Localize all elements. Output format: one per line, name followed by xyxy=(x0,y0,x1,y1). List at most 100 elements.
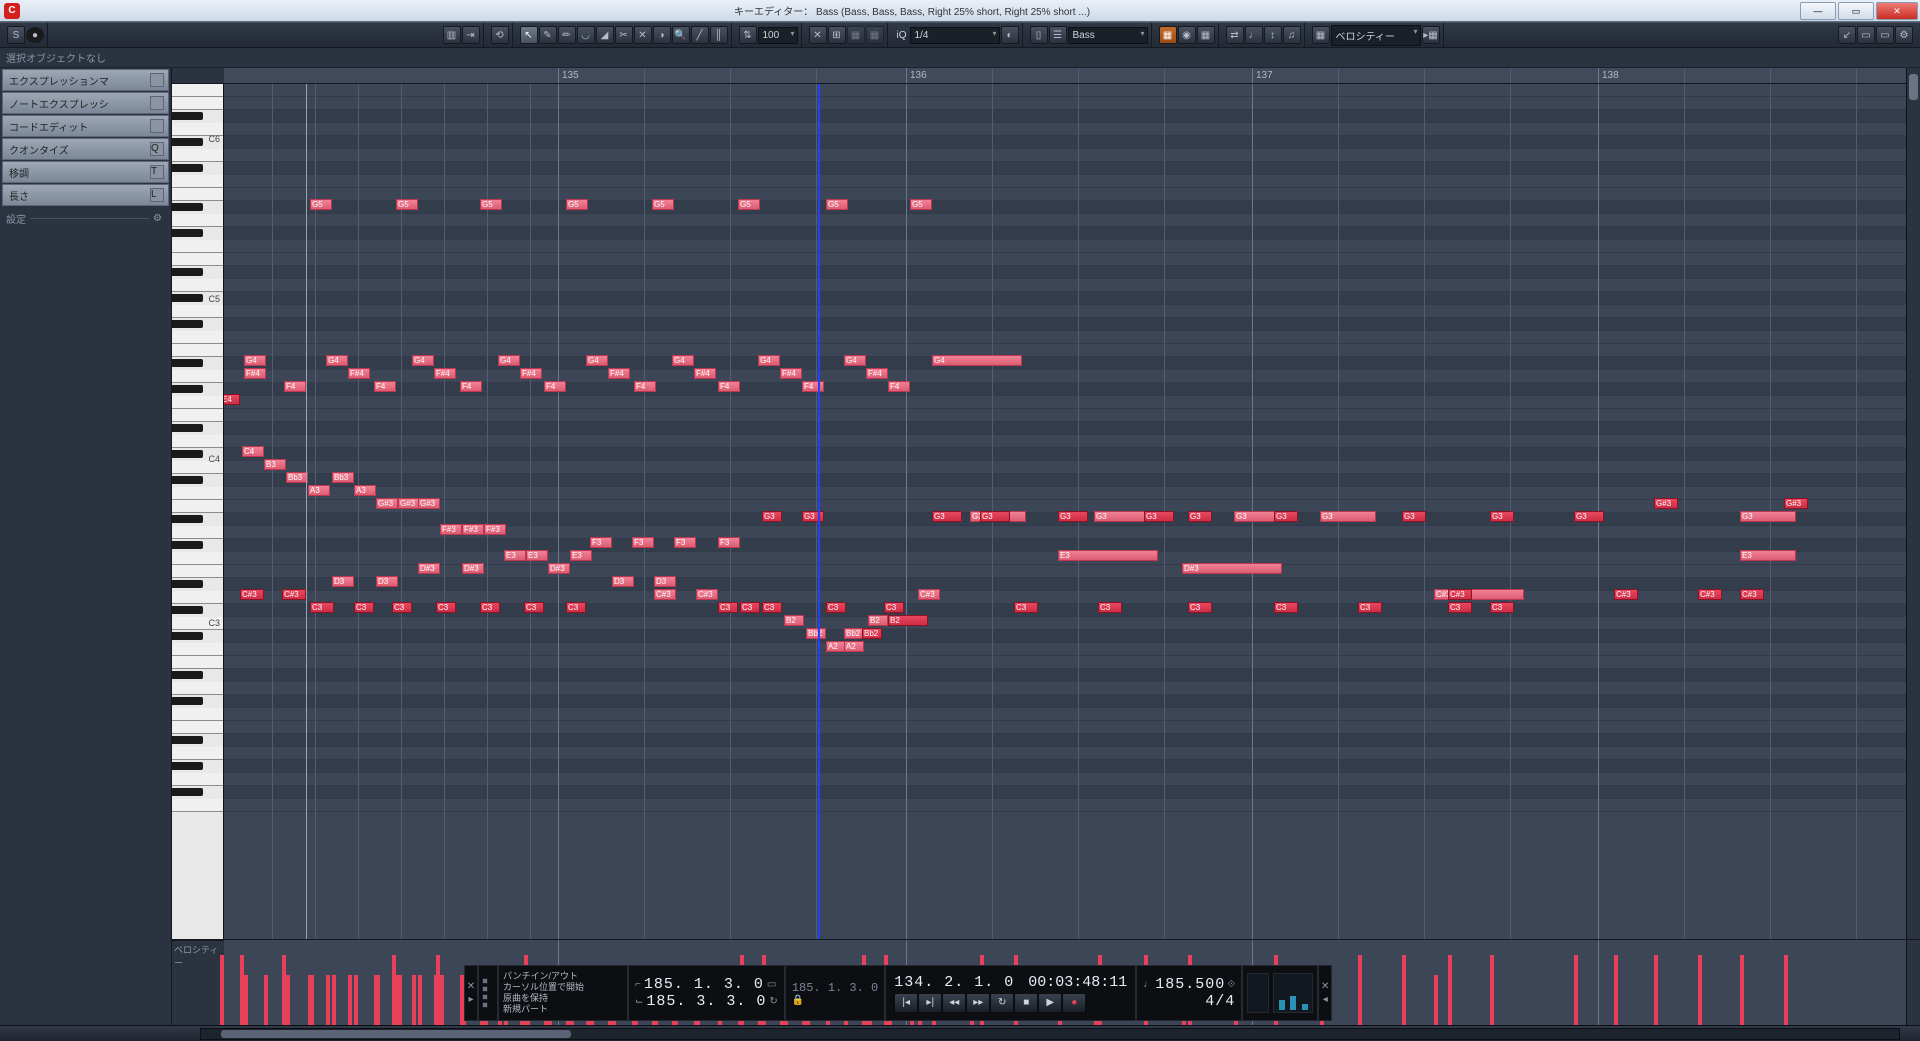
midi-note[interactable]: F#4 xyxy=(866,368,888,379)
section-length[interactable]: 長さL xyxy=(2,184,169,206)
midi-note[interactable]: C#3 xyxy=(240,589,264,600)
transport-forward-button[interactable]: ▸▸ xyxy=(966,993,990,1013)
midi-note[interactable]: G4 xyxy=(932,355,1022,366)
section-expression-map[interactable]: エクスプレッションマ xyxy=(2,69,169,91)
velocity-bar[interactable] xyxy=(1784,955,1788,1025)
section-transpose[interactable]: 移調T xyxy=(2,161,169,183)
transport-position-bars[interactable]: 134. 2. 1. 0 xyxy=(894,974,1014,991)
midi-note[interactable]: F4 xyxy=(460,381,482,392)
velocity-bar[interactable] xyxy=(354,975,358,1025)
midi-note[interactable]: G#3 xyxy=(418,498,440,509)
midi-note[interactable]: F#4 xyxy=(780,368,802,379)
insert-velocity-value[interactable]: 100 xyxy=(758,27,798,44)
midi-note[interactable]: C3 xyxy=(1448,602,1472,613)
velocity-bar[interactable] xyxy=(1434,975,1438,1025)
transport-newpart-label[interactable]: 新規パート xyxy=(503,1004,623,1015)
horizontal-scrollbar[interactable] xyxy=(200,1028,1900,1040)
midi-note[interactable]: E3 xyxy=(504,550,526,561)
midi-note[interactable]: C3 xyxy=(566,602,586,613)
midi-step-button[interactable]: ⇄ xyxy=(1226,26,1244,44)
velocity-bar[interactable] xyxy=(1490,955,1494,1025)
insert-velocity-button[interactable]: ⇅ xyxy=(739,26,757,44)
midi-note[interactable]: F#4 xyxy=(434,368,456,379)
transport-end-button[interactable]: ▸| xyxy=(918,993,942,1013)
velocity-bar[interactable] xyxy=(418,975,422,1025)
horizontal-scroll-thumb[interactable] xyxy=(221,1030,571,1038)
transport-punch-label[interactable]: パンチイン/アウト xyxy=(503,971,623,982)
part-name-select[interactable]: Bass xyxy=(1068,27,1148,44)
midi-note[interactable]: A3 xyxy=(354,485,376,496)
velocity-bar[interactable] xyxy=(398,975,402,1025)
midi-note[interactable]: F#4 xyxy=(694,368,716,379)
midi-note[interactable]: G#3 xyxy=(1654,498,1678,509)
midi-note[interactable]: F4 xyxy=(634,381,656,392)
midi-note[interactable]: G3 xyxy=(1188,511,1212,522)
velocity-bar[interactable] xyxy=(240,955,244,1025)
transport-keep-label[interactable]: 原曲を保持 xyxy=(503,993,623,1004)
midi-note[interactable]: C#3 xyxy=(696,589,718,600)
midi-note[interactable]: C3 xyxy=(884,602,904,613)
velocity-bar[interactable] xyxy=(1740,955,1744,1025)
locator-left2-value[interactable]: 185. 3. 3. 0 xyxy=(646,993,766,1010)
velocity-bar[interactable] xyxy=(1358,955,1362,1025)
velocity-bar[interactable] xyxy=(332,975,336,1025)
midi-note[interactable]: C3 xyxy=(1014,602,1038,613)
velocity-bar[interactable] xyxy=(440,975,444,1025)
midi-note[interactable]: G3 xyxy=(1574,511,1604,522)
midi-note[interactable]: C3 xyxy=(1188,602,1212,613)
midi-note[interactable]: C3 xyxy=(524,602,544,613)
midi-note[interactable]: G5 xyxy=(652,199,674,210)
section-quantize[interactable]: クオンタイズQ xyxy=(2,138,169,160)
snap-type-button[interactable]: ⊞ xyxy=(828,26,846,44)
midi-note[interactable]: G3 xyxy=(802,511,824,522)
window-minimize-button[interactable]: — xyxy=(1800,2,1836,20)
midi-note[interactable]: G4 xyxy=(326,355,348,366)
midi-note[interactable]: C3 xyxy=(310,602,334,613)
controller-lane-select[interactable]: ベロシティー xyxy=(1331,25,1421,46)
velocity-bar[interactable] xyxy=(1654,955,1658,1025)
transport-close-icon-right[interactable]: ✕ xyxy=(1319,980,1331,993)
midi-note[interactable]: C3 xyxy=(1490,602,1514,613)
window-layout-button-1[interactable]: ↙ xyxy=(1838,26,1856,44)
midi-note[interactable]: G5 xyxy=(310,199,332,210)
midi-note[interactable]: G5 xyxy=(396,199,418,210)
midi-note[interactable]: C#3 xyxy=(1698,589,1722,600)
time-ruler[interactable]: 135136137138 xyxy=(224,68,1906,84)
piano-keyboard[interactable]: C6C5C4C3 xyxy=(172,84,224,939)
sync-button[interactable] xyxy=(1247,973,1269,1013)
midi-note[interactable]: E3 xyxy=(1058,550,1158,561)
midi-pitch-button[interactable]: ♫ xyxy=(1283,26,1301,44)
midi-note[interactable]: A2 xyxy=(844,641,864,652)
midi-note[interactable]: G#3 xyxy=(398,498,420,509)
midi-note[interactable]: F#4 xyxy=(520,368,542,379)
locator-left-icon[interactable]: ⌐ xyxy=(635,979,641,990)
midi-note[interactable]: D3 xyxy=(654,576,676,587)
velocity-bar[interactable] xyxy=(412,975,416,1025)
playhead-cursor[interactable] xyxy=(818,84,820,939)
transport-record-button[interactable]: ● xyxy=(1062,993,1086,1013)
transport-panel[interactable]: ✕▸ パンチイン/アウト カーソル位置で開始 原曲を保持 新規パート ⌐ 185… xyxy=(464,965,1332,1021)
velocity-bar[interactable] xyxy=(1614,955,1618,1025)
midi-note[interactable]: G#3 xyxy=(1784,498,1808,509)
midi-note[interactable]: G4 xyxy=(498,355,520,366)
midi-note[interactable]: F#4 xyxy=(348,368,370,379)
midi-note[interactable]: C4 xyxy=(242,446,264,457)
midi-note[interactable]: G3 xyxy=(1058,511,1088,522)
note-grid[interactable]: G5G5G5G5G5G5G5G5G4F#4F4G4F#4F4G4F#4F4G4F… xyxy=(224,84,1906,939)
velocity-bar[interactable] xyxy=(264,975,268,1025)
quantize-apply-button[interactable]: ◐ xyxy=(1001,26,1019,44)
velocity-bar[interactable] xyxy=(376,975,380,1025)
midi-note[interactable]: G4 xyxy=(672,355,694,366)
section-note-expression[interactable]: ノートエクスプレッシ xyxy=(2,92,169,114)
transport-cursor-label[interactable]: カーソル位置で開始 xyxy=(503,982,623,993)
midi-note[interactable]: E3 xyxy=(1740,550,1796,561)
midi-note[interactable]: G3 xyxy=(1740,511,1796,522)
midi-note[interactable]: G5 xyxy=(738,199,760,210)
tool-trim-icon[interactable]: ◢ xyxy=(596,26,614,44)
velocity-scrollbar[interactable] xyxy=(1906,940,1920,1025)
midi-note[interactable]: G3 xyxy=(1274,511,1298,522)
snap-grid-button-2[interactable]: ▦ xyxy=(866,26,884,44)
midi-note[interactable]: B2 xyxy=(868,615,888,626)
midi-note[interactable]: C#3 xyxy=(1740,589,1764,600)
midi-note[interactable]: G4 xyxy=(412,355,434,366)
